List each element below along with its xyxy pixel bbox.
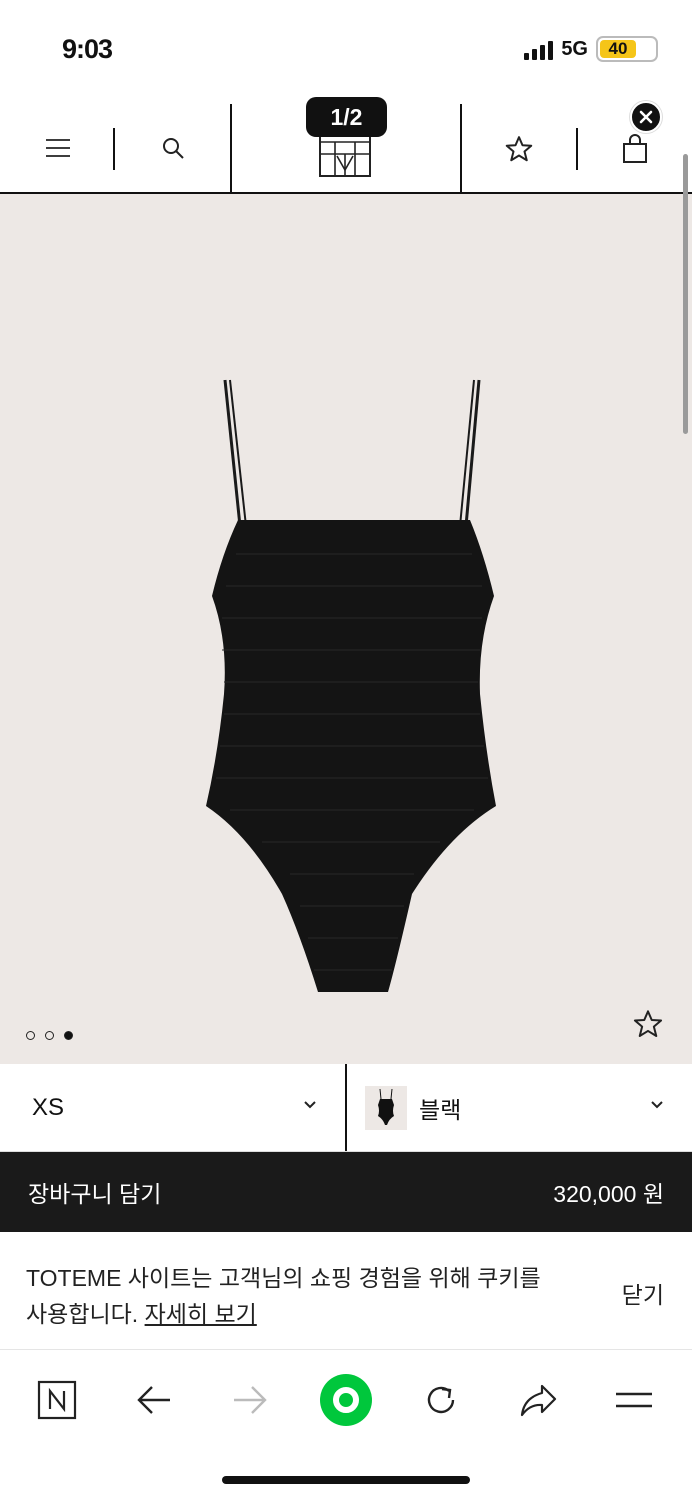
- wishlist-button[interactable]: [500, 130, 538, 168]
- cookie-message: TOTEME 사이트는 고객님의 쇼핑 경험을 위해 쿠키를 사용합니다. 자세…: [26, 1260, 546, 1332]
- browser-toolbar: [0, 1350, 692, 1500]
- arrow-right-icon: [234, 1386, 267, 1414]
- gallery-dot[interactable]: [45, 1031, 54, 1040]
- gallery-dot[interactable]: [26, 1031, 35, 1040]
- color-swatch: [365, 1085, 407, 1130]
- close-icon: [639, 110, 653, 124]
- hamburger-icon: [46, 139, 70, 157]
- share-button[interactable]: [508, 1370, 568, 1430]
- add-to-cart-button[interactable]: 장바구니 담기 320,000 원: [0, 1152, 692, 1232]
- header-divider: [230, 104, 232, 194]
- variant-selectors: XS 블랙: [0, 1064, 692, 1152]
- cookie-banner: TOTEME 사이트는 고객님의 쇼핑 경험을 위해 쿠키를 사용합니다. 자세…: [0, 1232, 692, 1350]
- battery-icon: 40: [596, 36, 658, 62]
- status-time: 9:03: [62, 34, 113, 64]
- network-type: 5G: [561, 37, 588, 60]
- chevron-down-icon: [651, 1101, 663, 1109]
- menu-button[interactable]: [40, 130, 76, 166]
- close-button[interactable]: [630, 101, 662, 133]
- cookie-close-button[interactable]: 닫기: [622, 1276, 664, 1310]
- home-indicator[interactable]: [222, 1476, 470, 1484]
- star-icon: [505, 136, 533, 162]
- search-icon: [163, 138, 184, 159]
- status-indicators: 5G 40: [524, 36, 658, 62]
- add-to-cart-label: 장바구니 담기: [28, 1181, 162, 1207]
- green-dot-button[interactable]: [316, 1370, 376, 1430]
- swimsuit-thumbnail-icon: [378, 1088, 394, 1125]
- product-price: 320,000 원: [553, 1181, 664, 1207]
- status-bar: 9:03 5G 40: [0, 0, 692, 100]
- header-divider: [460, 104, 462, 194]
- cookie-details-link[interactable]: 자세히 보기: [145, 1301, 257, 1327]
- naver-n-icon: [37, 1380, 77, 1420]
- search-button[interactable]: [155, 130, 191, 166]
- swimsuit-image: [206, 379, 496, 992]
- hamburger-icon: [616, 1392, 652, 1408]
- reload-icon: [427, 1386, 455, 1414]
- header-divider: [113, 128, 115, 170]
- arrow-left-icon: [137, 1386, 170, 1414]
- product-image[interactable]: [0, 154, 692, 1064]
- gallery-dots: [26, 1031, 73, 1040]
- back-button[interactable]: [124, 1370, 184, 1430]
- battery-level: 40: [600, 39, 636, 58]
- cart-button[interactable]: [616, 130, 654, 168]
- menu-button[interactable]: [604, 1370, 664, 1430]
- favorite-button[interactable]: [632, 1008, 664, 1045]
- header-divider: [576, 128, 578, 170]
- naver-home-button[interactable]: [27, 1370, 87, 1430]
- gallery-dot-active[interactable]: [64, 1031, 73, 1040]
- color-value: 블랙: [419, 1096, 462, 1123]
- cellular-signal-icon: [524, 38, 554, 60]
- chevron-down-icon: [304, 1101, 316, 1109]
- forward-button[interactable]: [220, 1370, 280, 1430]
- green-dot-icon: [320, 1374, 372, 1426]
- shopping-bag-icon: [623, 134, 647, 163]
- cookie-text: TOTEME 사이트는 고객님의 쇼핑 경험을 위해 쿠키를 사용합니다.: [26, 1265, 541, 1327]
- page-counter: 1/2: [306, 97, 387, 137]
- color-select[interactable]: 블랙: [345, 1064, 692, 1151]
- scrollbar[interactable]: [683, 154, 688, 434]
- star-icon: [633, 1010, 663, 1037]
- size-select[interactable]: XS: [0, 1064, 345, 1151]
- size-value: XS: [32, 1093, 65, 1121]
- reload-button[interactable]: [411, 1370, 471, 1430]
- share-arrow-icon: [520, 1384, 557, 1417]
